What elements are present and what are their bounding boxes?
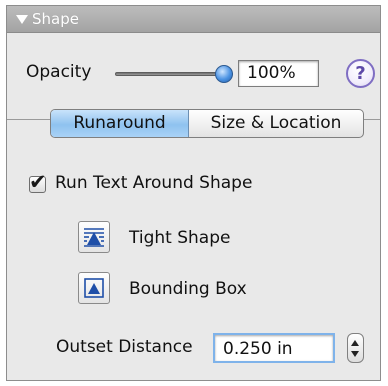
bounding-box-icon xyxy=(84,278,104,298)
tab-runaround[interactable]: Runaround xyxy=(51,110,189,137)
opacity-input[interactable]: 100% xyxy=(238,60,319,87)
tight-shape-icon xyxy=(84,228,104,247)
tab-bar: Runaround Size & Location xyxy=(50,109,364,138)
tight-shape-button[interactable] xyxy=(78,221,110,253)
outset-distance-input[interactable]: 0.250 in xyxy=(213,333,335,363)
shape-inspector-panel: Shape Opacity 100% ? Runaround Size & Lo… xyxy=(6,5,381,381)
opacity-slider-knob[interactable] xyxy=(215,65,233,83)
disclosure-triangle-icon[interactable] xyxy=(16,15,28,24)
outset-distance-stepper[interactable] xyxy=(347,333,364,363)
tab-size-location[interactable]: Size & Location xyxy=(189,110,363,137)
bounding-box-label: Bounding Box xyxy=(129,279,247,299)
panel-title: Shape xyxy=(32,10,79,28)
bounding-box-button[interactable] xyxy=(78,272,110,304)
run-text-around-checkbox[interactable]: ✔ xyxy=(29,170,47,194)
run-text-around-label[interactable]: Run Text Around Shape xyxy=(55,173,252,193)
stepper-up-icon[interactable] xyxy=(351,340,359,346)
checkmark-icon: ✔ xyxy=(29,170,47,194)
stepper-down-icon[interactable] xyxy=(351,351,359,357)
outset-distance-label: Outset Distance xyxy=(56,337,193,357)
tight-shape-label: Tight Shape xyxy=(129,228,231,248)
panel-header[interactable]: Shape xyxy=(7,6,380,33)
opacity-label: Opacity xyxy=(26,62,92,82)
help-button[interactable]: ? xyxy=(346,59,375,88)
